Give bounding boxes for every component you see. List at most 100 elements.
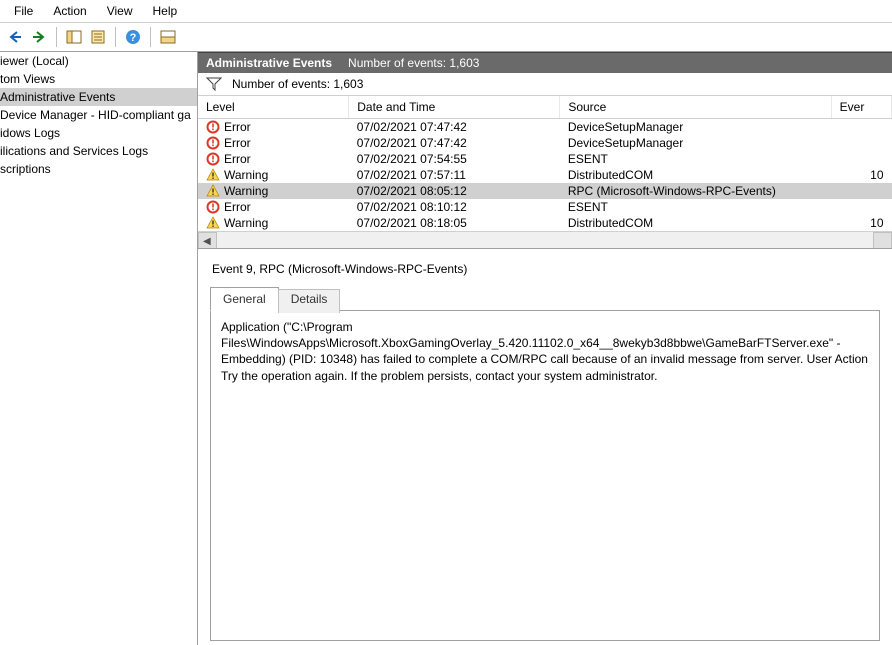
properties-icon bbox=[90, 29, 106, 45]
toolbar: ? bbox=[0, 23, 892, 52]
show-tree-button[interactable] bbox=[63, 26, 85, 48]
level-text: Error bbox=[224, 136, 251, 150]
table-row[interactable]: Warning 07/02/2021 08:05:12RPC (Microsoft… bbox=[198, 183, 892, 199]
filter-icon[interactable] bbox=[206, 77, 222, 91]
level-text: Error bbox=[224, 120, 251, 134]
detail-tabs: General Details bbox=[210, 287, 880, 311]
cell-date: 07/02/2021 08:10:12 bbox=[349, 199, 560, 215]
horizontal-scrollbar[interactable]: ◀ ▶ bbox=[198, 231, 892, 248]
cell-level: Error bbox=[198, 151, 349, 167]
warning-icon bbox=[206, 168, 220, 182]
svg-text:?: ? bbox=[130, 32, 137, 44]
back-button[interactable] bbox=[4, 26, 26, 48]
navigation-tree[interactable]: iewer (Local) tom Views Administrative E… bbox=[0, 52, 198, 645]
menu-help[interactable]: Help bbox=[143, 2, 188, 20]
cell-eventid bbox=[831, 135, 891, 151]
table-row[interactable]: Warning 07/02/2021 08:18:05DistributedCOM… bbox=[198, 215, 892, 231]
table-row[interactable]: Error 07/02/2021 07:47:42DeviceSetupManag… bbox=[198, 135, 892, 151]
toolbar-separator bbox=[150, 27, 151, 47]
cell-eventid bbox=[831, 183, 891, 199]
error-icon bbox=[206, 120, 220, 134]
pane-icon bbox=[160, 29, 176, 45]
cell-level: Warning bbox=[198, 167, 349, 183]
level-text: Warning bbox=[224, 184, 268, 198]
scroll-left-icon[interactable]: ◀ bbox=[203, 236, 211, 247]
menu-bar: File Action View Help bbox=[0, 0, 892, 23]
tree-item-device-manager[interactable]: Device Manager - HID-compliant ga bbox=[0, 106, 197, 124]
cell-level: Warning bbox=[198, 183, 349, 199]
events-table: Level Date and Time Source Ever Error07/… bbox=[198, 96, 892, 231]
tab-details[interactable]: Details bbox=[278, 289, 341, 313]
tree-item-custom-views[interactable]: tom Views bbox=[0, 70, 197, 88]
event-detail-body[interactable]: Application ("C:\Program Files\WindowsAp… bbox=[210, 310, 880, 641]
col-header-eventid[interactable]: Ever bbox=[831, 96, 891, 119]
toolbar-separator bbox=[115, 27, 116, 47]
cell-eventid bbox=[831, 151, 891, 167]
cell-source: DistributedCOM bbox=[560, 215, 831, 231]
level-text: Warning bbox=[224, 216, 268, 230]
cell-date: 07/02/2021 07:57:11 bbox=[349, 167, 560, 183]
cell-eventid bbox=[831, 199, 891, 215]
scroll-right-icon[interactable]: ▶ bbox=[879, 236, 887, 247]
arrow-left-icon bbox=[7, 29, 23, 45]
help-button[interactable]: ? bbox=[122, 26, 144, 48]
cell-level: Warning bbox=[198, 215, 349, 231]
cell-source: ESENT bbox=[560, 199, 831, 215]
warning-icon bbox=[206, 184, 220, 198]
event-count-header: Number of events: 1,603 bbox=[348, 56, 479, 70]
preview-pane-button[interactable] bbox=[157, 26, 179, 48]
properties-button[interactable] bbox=[87, 26, 109, 48]
event-count-filter: Number of events: 1,603 bbox=[232, 77, 363, 91]
cell-source: RPC (Microsoft-Windows-RPC-Events) bbox=[560, 183, 831, 199]
error-icon bbox=[206, 152, 220, 166]
cell-eventid: 10 bbox=[831, 167, 891, 183]
tree-item-administrative-events[interactable]: Administrative Events bbox=[0, 88, 197, 106]
warning-icon bbox=[206, 216, 220, 230]
tree-item-viewer-local[interactable]: iewer (Local) bbox=[0, 52, 197, 70]
event-detail-title: Event 9, RPC (Microsoft-Windows-RPC-Even… bbox=[210, 258, 880, 286]
error-icon bbox=[206, 200, 220, 214]
tree-item-windows-logs[interactable]: idows Logs bbox=[0, 124, 197, 142]
table-row[interactable]: Error07/02/2021 08:10:12ESENT bbox=[198, 199, 892, 215]
toolbar-separator bbox=[56, 27, 57, 47]
cell-level: Error bbox=[198, 119, 349, 136]
event-detail-pane: Event 9, RPC (Microsoft-Windows-RPC-Even… bbox=[198, 249, 892, 645]
cell-date: 07/02/2021 07:47:42 bbox=[349, 135, 560, 151]
forward-button[interactable] bbox=[28, 26, 50, 48]
table-row[interactable]: Error07/02/2021 07:47:42DeviceSetupManag… bbox=[198, 119, 892, 136]
content-pane: Administrative Events Number of events: … bbox=[198, 52, 892, 645]
cell-date: 07/02/2021 08:18:05 bbox=[349, 215, 560, 231]
help-icon: ? bbox=[125, 29, 141, 45]
cell-source: DistributedCOM bbox=[560, 167, 831, 183]
tree-item-subscriptions[interactable]: scriptions bbox=[0, 160, 197, 178]
cell-source: DeviceSetupManager bbox=[560, 135, 831, 151]
cell-eventid: 10 bbox=[831, 215, 891, 231]
cell-date: 07/02/2021 07:54:55 bbox=[349, 151, 560, 167]
menu-file[interactable]: File bbox=[4, 2, 43, 20]
col-header-date[interactable]: Date and Time bbox=[349, 96, 560, 119]
col-header-source[interactable]: Source bbox=[560, 96, 831, 119]
tree-item-apps-services-logs[interactable]: ilications and Services Logs bbox=[0, 142, 197, 160]
events-header-row[interactable]: Level Date and Time Source Ever bbox=[198, 96, 892, 119]
col-header-level[interactable]: Level bbox=[198, 96, 349, 119]
cell-level: Error bbox=[198, 199, 349, 215]
cell-source: DeviceSetupManager bbox=[560, 119, 831, 136]
table-row[interactable]: Error07/02/2021 07:54:55ESENT bbox=[198, 151, 892, 167]
events-list[interactable]: Level Date and Time Source Ever Error07/… bbox=[198, 96, 892, 249]
cell-level: Error bbox=[198, 135, 349, 151]
content-title: Administrative Events bbox=[206, 56, 332, 70]
filter-bar: Number of events: 1,603 bbox=[198, 73, 892, 96]
table-row[interactable]: Warning 07/02/2021 07:57:11DistributedCOM… bbox=[198, 167, 892, 183]
tab-general[interactable]: General bbox=[210, 287, 279, 311]
content-header: Administrative Events Number of events: … bbox=[198, 53, 892, 73]
cell-date: 07/02/2021 08:05:12 bbox=[349, 183, 560, 199]
arrow-right-icon bbox=[31, 29, 47, 45]
menu-view[interactable]: View bbox=[97, 2, 143, 20]
level-text: Warning bbox=[224, 168, 268, 182]
panel-icon bbox=[66, 29, 82, 45]
error-icon bbox=[206, 136, 220, 150]
cell-eventid bbox=[831, 119, 891, 136]
menu-action[interactable]: Action bbox=[43, 2, 96, 20]
main-area: iewer (Local) tom Views Administrative E… bbox=[0, 52, 892, 645]
level-text: Error bbox=[224, 152, 251, 166]
